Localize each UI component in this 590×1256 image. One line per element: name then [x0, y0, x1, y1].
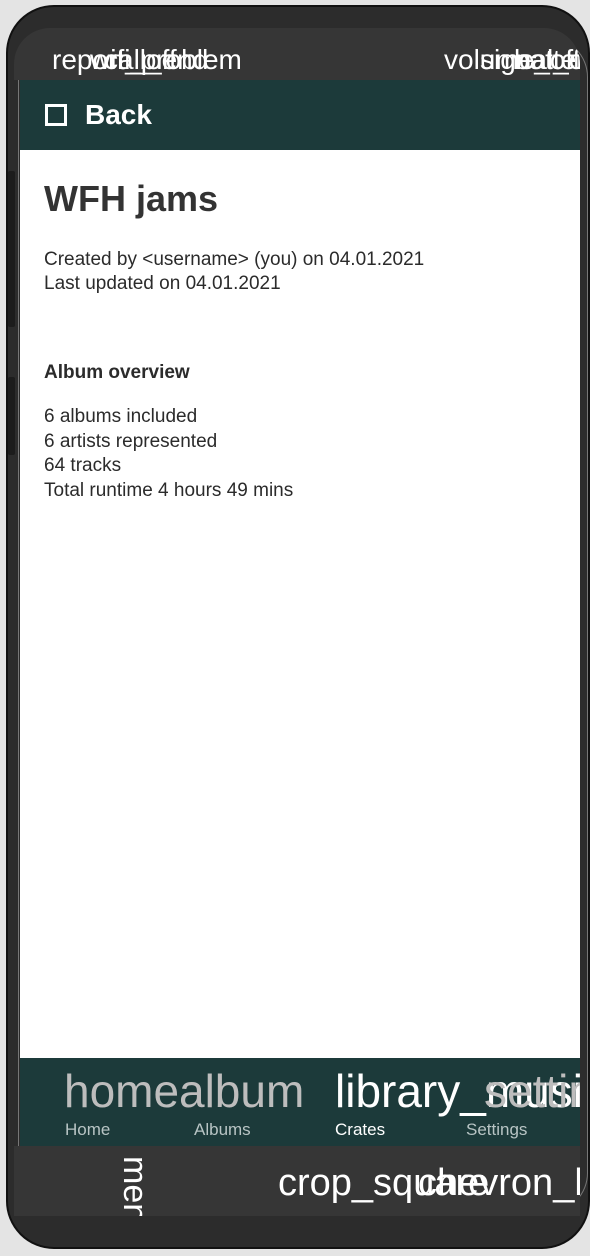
nav-label-settings: Settings: [466, 1120, 528, 1139]
back-icon[interactable]: [45, 104, 67, 126]
artists-count: 6 artists represented: [44, 430, 218, 452]
battery-icon: battery: [514, 44, 580, 75]
tracks-count: 64 tracks: [44, 455, 122, 476]
nav-label-home: Home: [65, 1120, 111, 1139]
nav-item-settings[interactable]: settings Settings: [430, 1058, 580, 1146]
settings-icon: settings: [484, 1065, 580, 1117]
album-overview-heading: Album overview: [44, 362, 190, 383]
bottom-nav: home Home album Albums library_music Cra…: [20, 1058, 580, 1146]
power-button: [8, 377, 15, 455]
volume-button: [8, 171, 15, 327]
back-button[interactable]: Back: [85, 99, 152, 131]
nav-label-albums: Albums: [194, 1120, 251, 1139]
nav-item-crates[interactable]: library_music Crates: [290, 1058, 580, 1146]
menu-icon[interactable]: menu: [116, 1156, 154, 1216]
nav-item-albums[interactable]: album Albums: [150, 1058, 304, 1146]
call-end-icon: call_end: [104, 44, 209, 75]
nav-item-home[interactable]: home Home: [20, 1058, 179, 1146]
updated-line: Last updated on 04.01.2021: [44, 273, 281, 294]
total-runtime: Total runtime 4 hours 49 mins: [44, 479, 294, 501]
chevron-left-icon[interactable]: chevron_left: [418, 1164, 580, 1202]
crate-details: WFH jams Created by <username> (you) on …: [20, 150, 580, 1058]
album-icon: album: [179, 1065, 305, 1117]
status-bar: report_problem wifi_off call_end volume_…: [14, 28, 580, 80]
album-overview-stats: 6 albums included 6 artists represented …: [44, 405, 293, 503]
system-navigation-bar: menu crop_square chevron_left: [14, 1146, 580, 1216]
page-title: WFH jams: [44, 178, 219, 219]
albums-count: 6 albums included: [44, 406, 198, 427]
created-line: Created by <username> (you) on 04.01.202…: [44, 249, 425, 270]
crate-meta: Created by <username> (you) on 04.01.202…: [44, 248, 424, 296]
nav-label-crates: Crates: [335, 1120, 386, 1139]
app-bar: Back: [20, 80, 580, 150]
